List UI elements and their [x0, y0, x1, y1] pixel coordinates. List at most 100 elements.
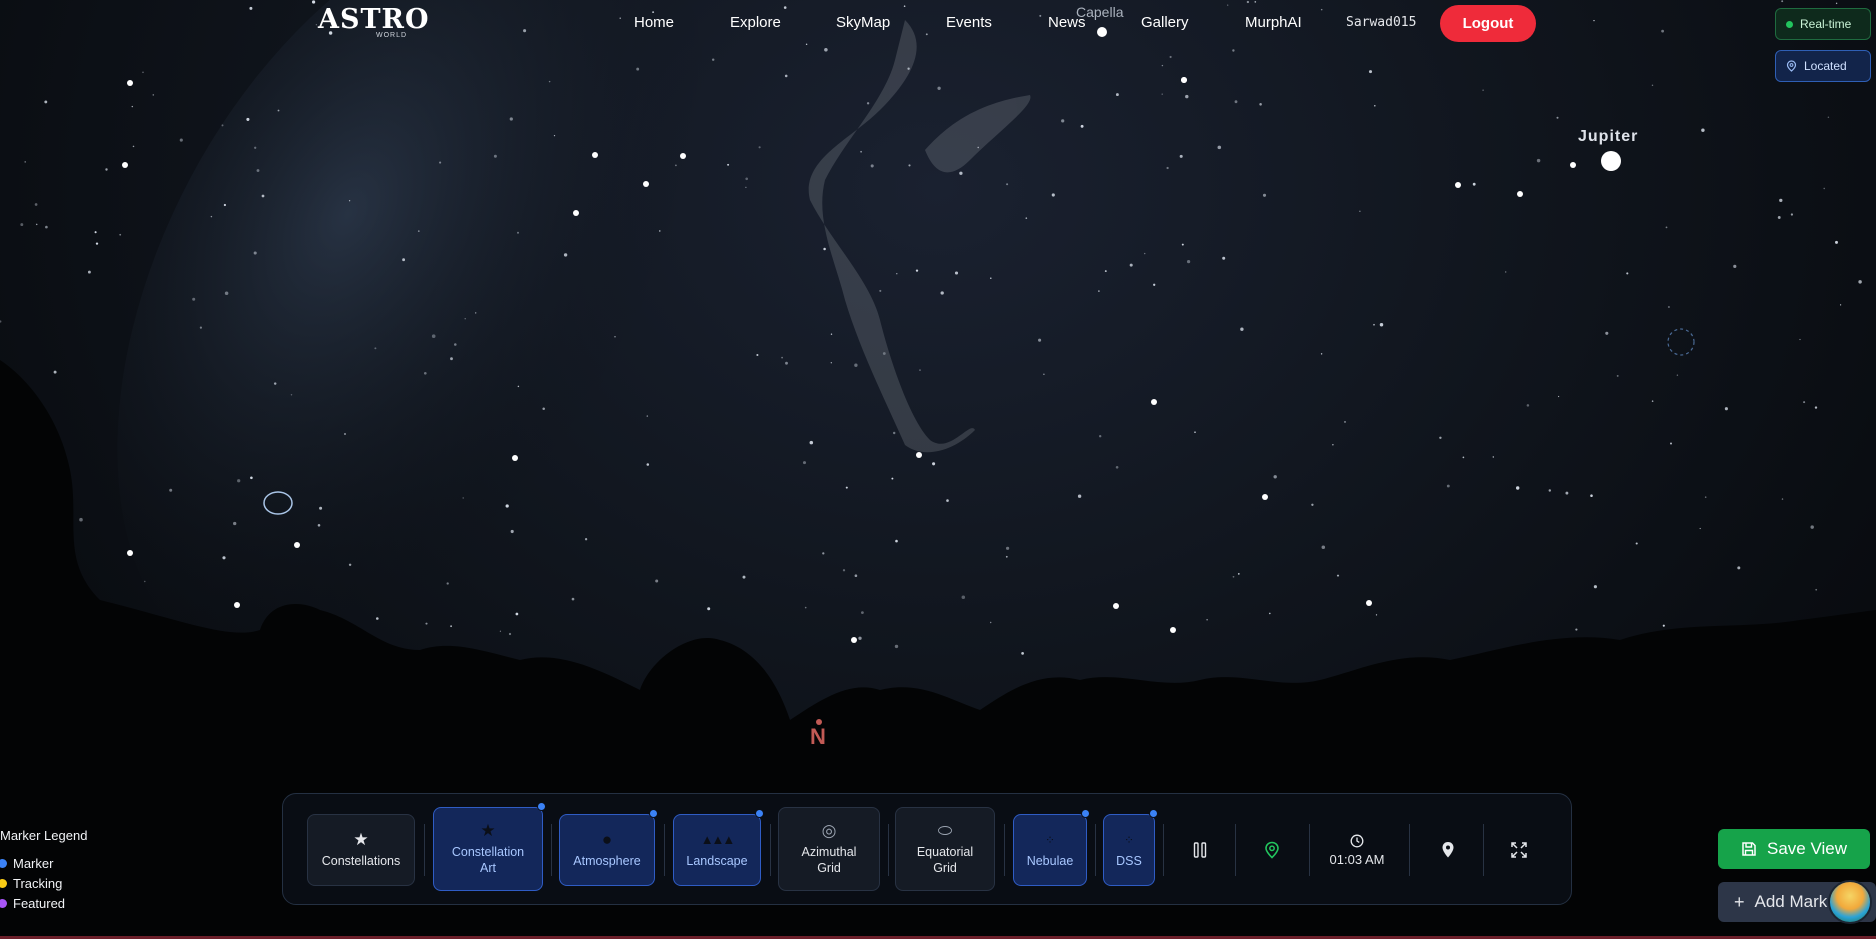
- star: [1321, 545, 1326, 550]
- north-label: N: [810, 724, 826, 749]
- nav-events[interactable]: Events: [946, 14, 992, 31]
- constellations-label: Constellations: [321, 854, 401, 868]
- star: [1099, 435, 1102, 438]
- star: [510, 529, 514, 534]
- bright-star: [1181, 77, 1187, 83]
- constellation-art-toggle[interactable]: ★ Constellation Art: [433, 802, 546, 891]
- nav-explore[interactable]: Explore: [730, 14, 781, 31]
- bright-star: [1517, 191, 1523, 197]
- sky-toolbar: ★ Constellations ★ Constellation Art ● A…: [282, 793, 1572, 905]
- star: [919, 369, 921, 371]
- star: [745, 177, 749, 181]
- star: [1781, 498, 1784, 500]
- star: [1080, 124, 1084, 128]
- star: [1616, 374, 1619, 377]
- star: [858, 636, 862, 640]
- star: [1144, 252, 1146, 255]
- star: [1472, 182, 1476, 186]
- add-marker-label: Add Mark: [1754, 892, 1828, 911]
- bright-star: [1455, 182, 1461, 188]
- logo[interactable]: ASTRO: [318, 6, 430, 34]
- star: [493, 154, 497, 158]
- located-status[interactable]: Located: [1775, 50, 1871, 82]
- username[interactable]: Sarwad015: [1346, 15, 1416, 30]
- star: [517, 385, 520, 388]
- star: [450, 625, 452, 628]
- star: [860, 150, 862, 153]
- logout-button[interactable]: Logout: [1440, 5, 1536, 42]
- avatar[interactable]: [1828, 880, 1872, 924]
- nav-murphai[interactable]: MurphAI: [1245, 14, 1302, 31]
- star: [224, 291, 229, 295]
- star: [1006, 183, 1009, 186]
- nebulae-toggle[interactable]: ⁘ Nebulae: [1013, 809, 1090, 886]
- star: [1375, 614, 1378, 616]
- star: [802, 461, 807, 465]
- star: [946, 499, 949, 502]
- star: [1344, 420, 1346, 423]
- star: [425, 622, 428, 625]
- time-display[interactable]: 01:03 AM: [1325, 824, 1389, 876]
- star: [1237, 573, 1240, 575]
- fullscreen-button[interactable]: [1508, 824, 1530, 876]
- star: [1332, 444, 1334, 446]
- nav-skymap[interactable]: SkyMap: [836, 14, 890, 31]
- atmosphere-toggle[interactable]: ● Atmosphere: [559, 809, 658, 886]
- star: [646, 415, 649, 417]
- bright-star: [680, 153, 686, 159]
- star: [210, 215, 213, 218]
- star: [571, 597, 575, 601]
- bright-star: [294, 542, 300, 548]
- star: [954, 271, 959, 275]
- nav-home[interactable]: Home: [634, 14, 674, 31]
- star: [824, 48, 828, 52]
- star: [959, 171, 963, 175]
- star: [809, 440, 814, 445]
- dss-toggle[interactable]: ⁘ DSS: [1103, 809, 1158, 886]
- realtime-status[interactable]: Real-time: [1775, 8, 1871, 40]
- star: [1179, 154, 1183, 158]
- star: [1379, 322, 1384, 327]
- bright-star: [1170, 627, 1176, 633]
- azimuthal-grid-toggle[interactable]: ◎ Azimuthal Grid: [778, 807, 880, 891]
- star: [822, 552, 825, 555]
- star: [1823, 187, 1825, 190]
- star: [990, 277, 992, 279]
- geolocate-button[interactable]: [1261, 824, 1283, 876]
- constellations-toggle[interactable]: ★ Constellations: [307, 814, 415, 886]
- star: [1810, 525, 1814, 529]
- equatorial-grid-toggle[interactable]: ⬭ Equatorial Grid: [895, 807, 995, 891]
- status-dot-icon: [1786, 20, 1793, 28]
- nav-gallery[interactable]: Gallery: [1141, 14, 1189, 31]
- star: [20, 223, 24, 227]
- star: [152, 94, 155, 96]
- star: [1098, 290, 1100, 292]
- save-view-button[interactable]: Save View: [1718, 829, 1870, 869]
- star: [1373, 323, 1375, 326]
- landscape-toggle[interactable]: ▲▲▲ Landscape: [673, 809, 764, 886]
- pause-button[interactable]: [1189, 824, 1211, 876]
- sky-view[interactable]: ASTRO WORLD Home Explore SkyMap Events N…: [0, 0, 1876, 939]
- star: [1635, 542, 1638, 545]
- star: [1858, 280, 1862, 284]
- star: [261, 194, 265, 198]
- active-badge: [649, 809, 658, 818]
- star: [1169, 55, 1172, 59]
- star: [348, 200, 351, 202]
- star: [823, 247, 826, 251]
- star: [1814, 406, 1818, 409]
- realtime-label: Real-time: [1800, 17, 1852, 31]
- star: [830, 333, 833, 335]
- jupiter-label[interactable]: Jupiter: [1578, 128, 1638, 146]
- star: [1320, 353, 1323, 355]
- star: [1161, 93, 1163, 95]
- clock-icon: [1350, 834, 1364, 847]
- star: [1557, 395, 1560, 398]
- star: [804, 606, 807, 609]
- star: [896, 273, 898, 275]
- star: [199, 326, 202, 329]
- star: [1232, 49, 1235, 52]
- star: [584, 538, 588, 541]
- add-marker-tool[interactable]: [1437, 824, 1459, 876]
- star: [870, 164, 874, 168]
